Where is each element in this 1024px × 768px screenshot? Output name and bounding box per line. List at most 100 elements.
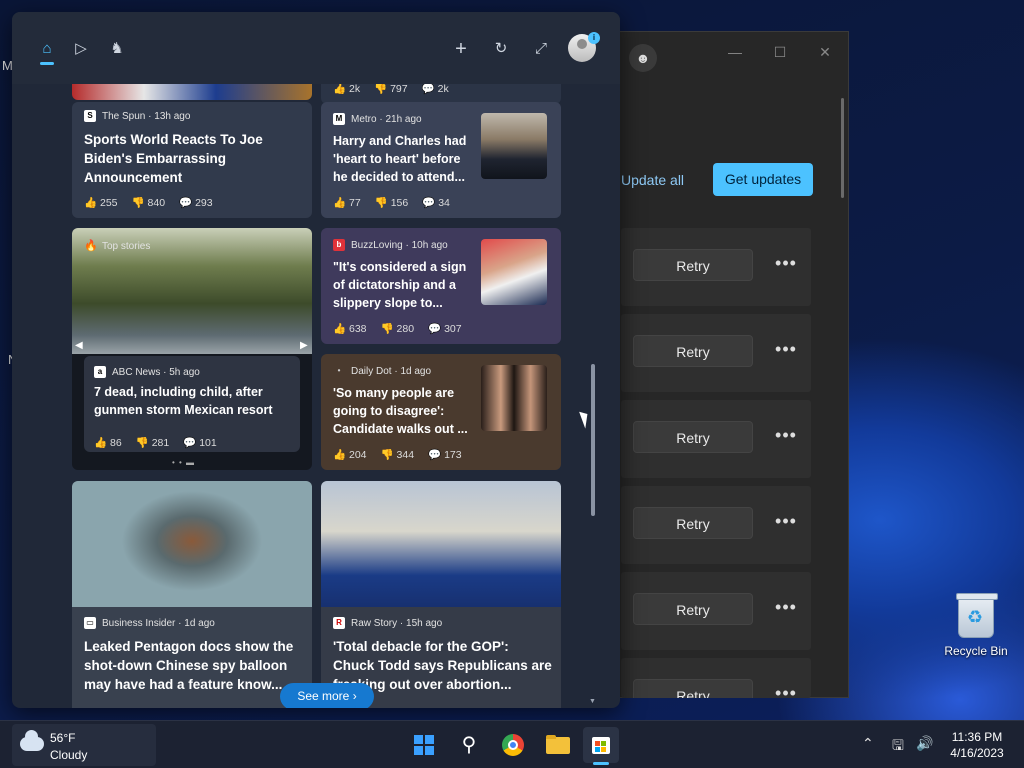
weather-widget-button[interactable]: 56°F Cloudy xyxy=(12,724,156,766)
recycle-bin-label: Recycle Bin xyxy=(944,644,1008,658)
weather-temperature: 56°F xyxy=(50,731,76,745)
source-logo-icon: S xyxy=(84,110,96,122)
more-options-icon[interactable]: ••• xyxy=(771,507,801,539)
card-thumbnail xyxy=(481,113,547,179)
active-app-indicator xyxy=(593,762,609,765)
card-source: ABC News · 5h ago xyxy=(112,366,200,378)
recycle-bin-icon: ♻ xyxy=(956,593,998,638)
chrome-icon[interactable] xyxy=(495,727,531,763)
carousel-prev-icon[interactable]: ◀ xyxy=(75,340,83,351)
windows-logo-icon xyxy=(414,735,423,744)
account-icon[interactable]: ☻ xyxy=(629,44,657,72)
update-all-link[interactable]: Update all xyxy=(621,172,684,188)
search-icon[interactable]: ⚲ xyxy=(451,727,487,763)
file-explorer-icon[interactable] xyxy=(539,727,575,763)
store-window: ☻ — ☐ ✕ Update all Get updates Retry •••… xyxy=(612,31,849,698)
store-scrollbar[interactable] xyxy=(841,98,844,198)
news-card[interactable]: b BuzzLoving · 10h ago "It's considered a… xyxy=(321,228,561,344)
weather-condition: Cloudy xyxy=(50,748,88,762)
microsoft-store-icon[interactable] xyxy=(583,727,619,763)
recycle-bin-shortcut[interactable]: ♻ Recycle Bin xyxy=(940,593,1012,658)
card-title: 7 dead, including child, after gunmen st… xyxy=(94,385,273,417)
taskbar: 56°F Cloudy ⚲ ⌃ 🖫 🔊 11:36 PM 4/16/2023 xyxy=(0,720,1024,768)
source-logo-icon: ▭ xyxy=(84,617,96,629)
news-card[interactable]: S The Spun · 13h ago Sports World Reacts … xyxy=(72,102,312,218)
card-source: The Spun · 13h ago xyxy=(102,110,191,122)
store-titlebar: ☻ — ☐ ✕ xyxy=(613,32,848,82)
video-icon[interactable]: ▷ xyxy=(70,38,92,60)
more-options-icon[interactable]: ••• xyxy=(771,679,801,698)
retry-button[interactable]: Retry xyxy=(633,249,753,281)
scroll-down-icon[interactable]: ▼ xyxy=(589,698,596,705)
card-title: Leaked Pentagon docs show the shot-down … xyxy=(84,639,294,692)
update-row: Retry ••• xyxy=(621,314,811,392)
card-stats: 👍 255 👎 840 💬 293 xyxy=(84,197,213,209)
abc-news-icon: a xyxy=(94,366,106,378)
source-logo-icon: b xyxy=(333,239,345,251)
clock-time: 11:36 PM xyxy=(951,730,1003,744)
chevron-up-icon[interactable]: ⌃ xyxy=(862,735,874,752)
news-card[interactable]: M Metro · 21h ago Harry and Charles had '… xyxy=(321,102,561,218)
widgets-toolbar: ⌂ ▷ ♞ + ↻ ⤢ i xyxy=(12,12,620,84)
card-stats: 👍 86 👎 281 💬 101 xyxy=(94,437,217,449)
card-source: Business Insider · 1d ago xyxy=(102,617,215,629)
card-title: Sports World Reacts To Joe Biden's Embar… xyxy=(84,132,263,185)
more-options-icon[interactable]: ••• xyxy=(771,421,801,453)
card-stats: 👍 638 👎 280 💬 307 xyxy=(333,323,462,335)
card-image xyxy=(72,481,312,607)
widgets-scrollbar-thumb[interactable] xyxy=(591,364,595,516)
maximize-button[interactable]: ☐ xyxy=(768,40,792,64)
get-updates-button[interactable]: Get updates xyxy=(713,163,813,196)
retry-button[interactable]: Retry xyxy=(633,421,753,453)
card-source: Metro · 21h ago xyxy=(351,113,422,125)
source-logo-icon: M xyxy=(333,113,345,125)
more-options-icon[interactable]: ••• xyxy=(771,249,801,281)
retry-button[interactable]: Retry xyxy=(633,335,753,367)
card-source: Daily Dot · 1d ago xyxy=(351,365,432,377)
network-icon[interactable]: 🖫 xyxy=(892,735,904,759)
retry-button[interactable]: Retry xyxy=(633,507,753,539)
news-card[interactable]: • Daily Dot · 1d ago 'So many people are … xyxy=(321,354,561,470)
update-row: Retry ••• xyxy=(621,228,811,306)
refresh-icon[interactable]: ↻ xyxy=(490,38,512,60)
carousel-section-label: Top stories xyxy=(102,240,151,252)
more-options-icon[interactable]: ••• xyxy=(771,593,801,625)
widgets-panel: ⌂ ▷ ♞ + ↻ ⤢ i 👍 2k 👎 797 💬 2k S The Spun … xyxy=(12,12,620,708)
news-card[interactable]: R Raw Story · 15h ago 'Total debacle for … xyxy=(321,481,561,708)
clock-date: 4/16/2023 xyxy=(950,746,1004,760)
card-title: 'So many people are going to disagree': … xyxy=(333,386,468,436)
expand-icon[interactable]: ⤢ xyxy=(530,38,552,60)
games-icon[interactable]: ♞ xyxy=(106,38,128,60)
card-source: Raw Story · 15h ago xyxy=(351,617,443,629)
update-row: Retry ••• xyxy=(621,400,811,478)
card-stats: 👍 204 👎 344 💬 173 xyxy=(333,449,462,461)
card-thumbnail xyxy=(481,365,547,431)
more-options-icon[interactable]: ••• xyxy=(771,335,801,367)
card-stats: 👍 77 👎 156 💬 34 xyxy=(333,197,450,209)
retry-button[interactable]: Retry xyxy=(633,679,753,698)
add-icon[interactable]: + xyxy=(450,38,472,60)
card-source: BuzzLoving · 10h ago xyxy=(351,239,448,251)
card-thumbnail xyxy=(481,239,547,305)
start-button[interactable] xyxy=(406,727,442,763)
carousel-pager-dots[interactable]: • • ▬ xyxy=(172,458,195,467)
fire-icon: 🔥 xyxy=(84,240,98,252)
notification-badge: i xyxy=(588,32,600,44)
home-tab-indicator xyxy=(40,62,54,65)
news-card[interactable]: ▭ Business Insider · 1d ago Leaked Pentag… xyxy=(72,481,312,708)
cloud-icon xyxy=(20,730,44,751)
close-button[interactable]: ✕ xyxy=(813,40,837,64)
card-title: Harry and Charles had 'heart to heart' b… xyxy=(333,134,467,184)
volume-icon[interactable]: 🔊 xyxy=(916,735,933,752)
minimize-button[interactable]: — xyxy=(723,40,747,64)
retry-button[interactable]: Retry xyxy=(633,593,753,625)
source-logo-icon: R xyxy=(333,617,345,629)
home-icon[interactable]: ⌂ xyxy=(36,38,58,60)
carousel-next-icon[interactable]: ▶ xyxy=(300,340,308,351)
top-stories-carousel[interactable]: 🔥 Top stories ◀ ▶ a ABC News · 5h ago 7 de… xyxy=(72,228,312,470)
see-more-button[interactable]: See more › xyxy=(280,683,374,708)
carousel-story-card[interactable]: a ABC News · 5h ago 7 dead, including chi… xyxy=(84,356,300,452)
source-logo-icon: • xyxy=(337,366,341,375)
system-clock[interactable]: 11:36 PM 4/16/2023 xyxy=(944,729,1010,761)
update-row: Retry ••• xyxy=(621,658,811,698)
